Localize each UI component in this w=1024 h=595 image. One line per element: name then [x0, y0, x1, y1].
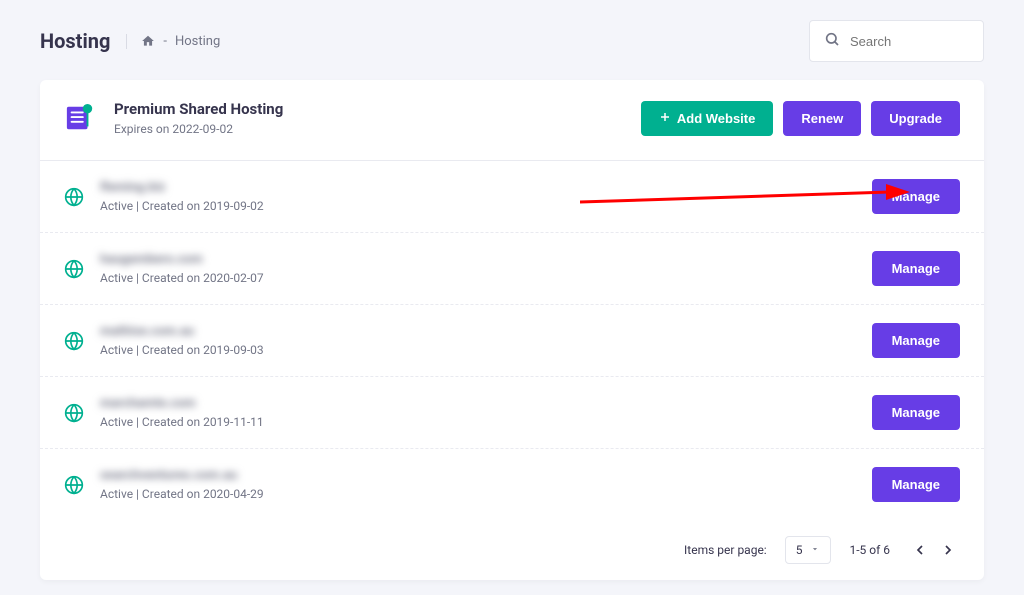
items-per-page-label: Items per page: [684, 543, 767, 557]
site-row: mathise.com.au Active | Created on 2019-… [40, 305, 984, 377]
site-domain: mathise.com.au [100, 324, 264, 339]
page-range-label: 1-5 of 6 [849, 543, 890, 557]
globe-icon [64, 187, 84, 207]
site-status: Active | Created on 2020-02-07 [100, 271, 264, 285]
home-icon[interactable] [141, 34, 155, 48]
search-icon [824, 31, 840, 51]
site-row: searchventures.com.au Active | Created o… [40, 449, 984, 520]
plan-expiry: Expires on 2022-09-02 [114, 122, 283, 136]
pagination: Items per page: 5 1-5 of 6 [40, 520, 984, 580]
globe-icon [64, 331, 84, 351]
manage-button[interactable]: Manage [872, 323, 960, 358]
manage-button[interactable]: Manage [872, 251, 960, 286]
next-page-button[interactable] [936, 538, 960, 562]
site-row: fleming.biz Active | Created on 2019-09-… [40, 161, 984, 233]
plus-icon [659, 111, 671, 126]
site-status: Active | Created on 2019-09-02 [100, 199, 264, 213]
hosting-plan-icon [64, 102, 96, 134]
add-website-label: Add Website [677, 111, 756, 126]
manage-button[interactable]: Manage [872, 395, 960, 430]
caret-down-icon [810, 543, 820, 557]
search-box[interactable] [809, 20, 984, 62]
page-title: Hosting [40, 29, 110, 53]
add-website-button[interactable]: Add Website [641, 101, 774, 136]
plan-header: Premium Shared Hosting Expires on 2022-0… [40, 80, 984, 161]
site-domain: haugembero.com [100, 252, 264, 267]
renew-button[interactable]: Renew [783, 101, 861, 136]
breadcrumb-current: Hosting [175, 34, 220, 49]
hosting-panel: Premium Shared Hosting Expires on 2022-0… [40, 80, 984, 580]
globe-icon [64, 259, 84, 279]
search-input[interactable] [850, 34, 969, 49]
site-domain: fleming.biz [100, 180, 264, 195]
manage-button[interactable]: Manage [872, 179, 960, 214]
upgrade-label: Upgrade [889, 111, 942, 126]
prev-page-button[interactable] [908, 538, 932, 562]
site-row: marchamte.com Active | Created on 2019-1… [40, 377, 984, 449]
renew-label: Renew [801, 111, 843, 126]
annotation-arrow-icon [580, 180, 910, 214]
page-size-select[interactable]: 5 [785, 536, 832, 564]
breadcrumb-separator: - [163, 34, 167, 49]
site-status: Active | Created on 2019-11-11 [100, 415, 264, 429]
globe-icon [64, 475, 84, 495]
site-domain: marchamte.com [100, 396, 264, 411]
plan-name: Premium Shared Hosting [114, 100, 283, 118]
manage-button[interactable]: Manage [872, 467, 960, 502]
breadcrumb: - Hosting [126, 34, 220, 49]
page-size-value: 5 [796, 543, 803, 557]
site-row: haugembero.com Active | Created on 2020-… [40, 233, 984, 305]
site-status: Active | Created on 2019-09-03 [100, 343, 264, 357]
upgrade-button[interactable]: Upgrade [871, 101, 960, 136]
site-domain: searchventures.com.au [100, 468, 264, 483]
globe-icon [64, 403, 84, 423]
site-status: Active | Created on 2020-04-29 [100, 487, 264, 501]
